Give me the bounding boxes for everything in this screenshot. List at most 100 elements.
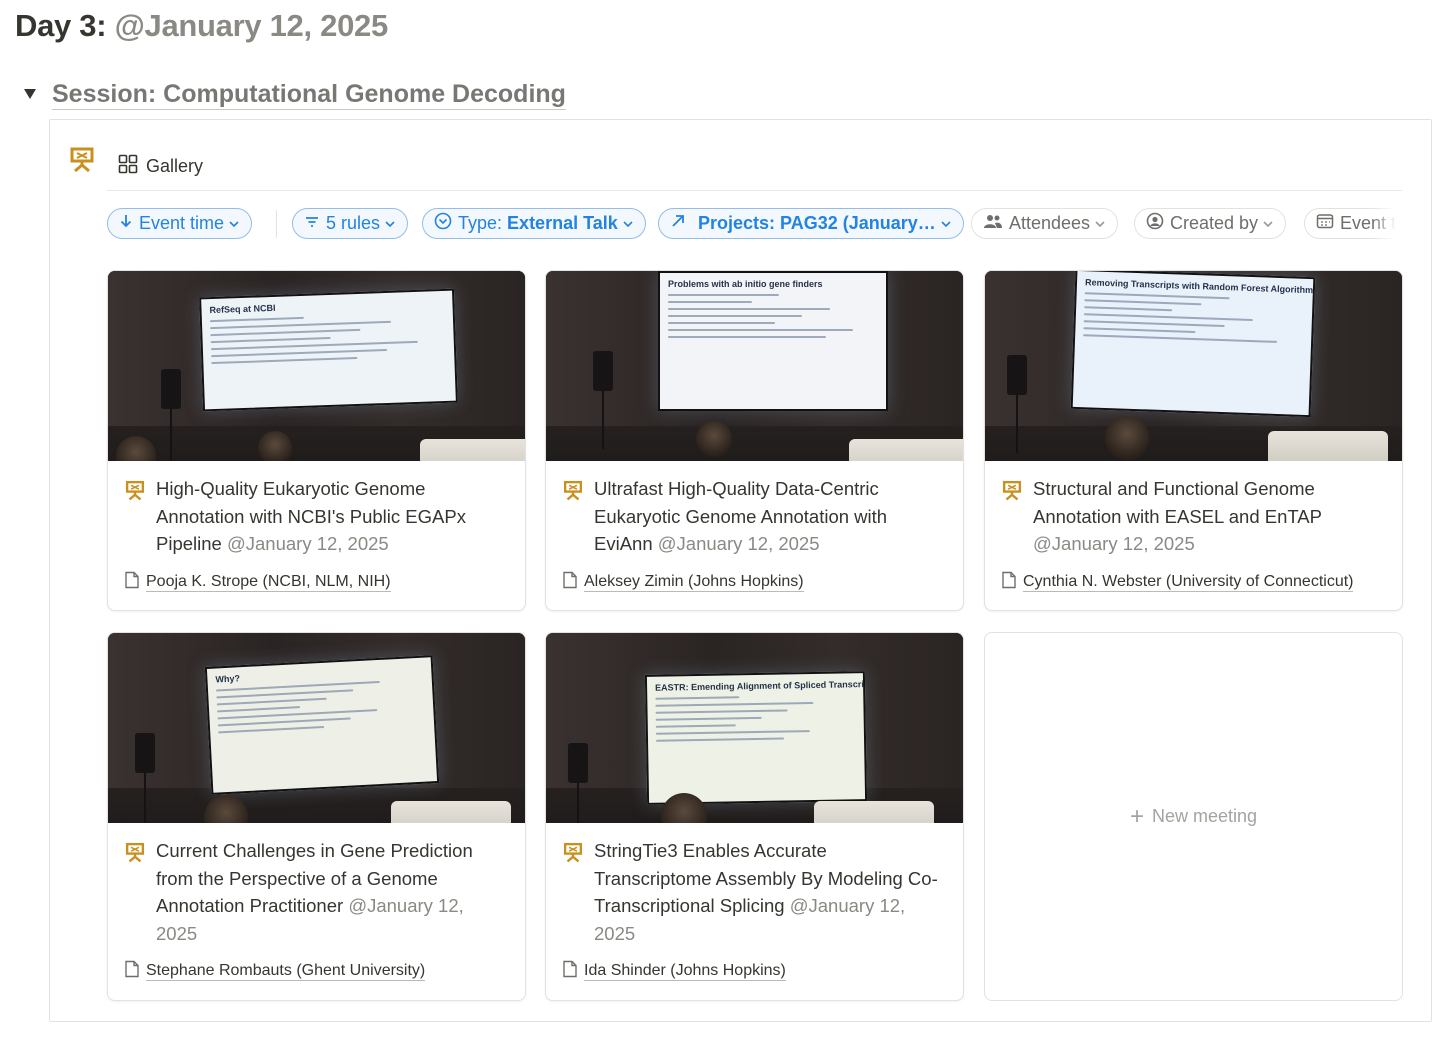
presentation-icon (562, 841, 584, 863)
page-icon (124, 960, 140, 983)
speaker-name[interactable]: Cynthia N. Webster (University of Connec… (1023, 573, 1354, 592)
card-cover-photo: Problems with ab initio gene finders (546, 271, 963, 461)
calendar-icon (1316, 213, 1334, 234)
page-icon (562, 571, 578, 594)
gallery-grid-icon (118, 154, 138, 179)
card-date-mention[interactable]: @January 12, 2025 (658, 533, 820, 554)
filter-divider (276, 210, 277, 238)
card-title[interactable]: Current Challenges in Gene Prediction fr… (156, 837, 509, 947)
view-tab-gallery[interactable]: Gallery (118, 152, 203, 180)
attendees-label: Attendees (1009, 213, 1091, 233)
slide-screen: EASTR: Emending Alignment of Spliced Tra… (644, 671, 868, 805)
created-by-label: Created by (1170, 213, 1259, 233)
filter-bar-fade (1372, 208, 1402, 240)
card-speaker[interactable]: Cynthia N. Webster (University of Connec… (1001, 571, 1386, 594)
status-icon (434, 212, 452, 235)
filter-projects-value: PAG32 (January… (780, 213, 936, 233)
gallery-database: Gallery Event time 5 rules Type: Externa… (49, 119, 1432, 1022)
card-title[interactable]: StringTie3 Enables Accurate Transcriptom… (594, 837, 947, 947)
filter-projects-button[interactable]: Projects: PAG32 (January… (658, 208, 964, 239)
meeting-card[interactable]: Removing Transcripts with Random Forest … (984, 270, 1403, 611)
card-cover-photo: Removing Transcripts with Random Forest … (985, 271, 1402, 461)
meeting-card[interactable]: RefSeq at NCBI High-Quality Eukaryotic Ge… (107, 270, 526, 611)
tab-divider (107, 190, 1402, 191)
chevron-down-icon (1262, 213, 1274, 234)
people-icon (983, 213, 1003, 234)
meeting-card[interactable]: EASTR: Emending Alignment of Spliced Tra… (545, 632, 964, 1001)
filter-projects-prop: Projects: (698, 213, 776, 233)
speaker-name[interactable]: Stephane Rombauts (Ghent University) (146, 962, 426, 981)
slide-title: EASTR: Emending Alignment of Spliced Tra… (655, 678, 868, 693)
card-speaker[interactable]: Pooja K. Strope (NCBI, NLM, NIH) (124, 571, 509, 594)
filter-icon (304, 213, 320, 234)
card-speaker[interactable]: Aleksey Zimin (Johns Hopkins) (562, 571, 947, 594)
relation-arrow-icon (670, 213, 686, 234)
chevron-down-icon (1094, 213, 1106, 234)
slide-screen: Removing Transcripts with Random Forest … (1070, 271, 1316, 418)
card-body: StringTie3 Enables Accurate Transcriptom… (546, 823, 963, 983)
speaker-name[interactable]: Ida Shinder (Johns Hopkins) (584, 962, 786, 981)
card-body: Current Challenges in Gene Prediction fr… (108, 823, 525, 983)
sort-event-time-button[interactable]: Event time (107, 208, 253, 239)
speaker-name[interactable]: Pooja K. Strope (NCBI, NLM, NIH) (146, 573, 391, 592)
slide-screen: Problems with ab initio gene finders (658, 271, 888, 411)
slide-title: Why? (215, 673, 241, 685)
presentation-icon (562, 479, 584, 501)
filter-type-button[interactable]: Type: External Talk (422, 208, 646, 239)
page-icon (1001, 571, 1017, 594)
presentation-icon (124, 841, 146, 863)
filter-rules-label: 5 rules (326, 213, 381, 233)
arrow-down-icon (119, 213, 133, 234)
view-tab-label: Gallery (146, 155, 204, 176)
filter-rules-button[interactable]: 5 rules (292, 208, 409, 239)
card-title-row[interactable]: High-Quality Eukaryotic Genome Annotatio… (124, 475, 509, 558)
chevron-down-icon (622, 213, 634, 234)
toggle-triangle-icon[interactable] (20, 84, 40, 104)
new-meeting-button[interactable]: + New meeting (984, 632, 1403, 1001)
page-heading: Day 3: @January 12, 2025 (15, 8, 388, 44)
presentation-icon (124, 479, 146, 501)
slide-title: RefSeq at NCBI (209, 302, 276, 316)
filter-attendees-button[interactable]: Attendees (971, 208, 1119, 239)
slide-title: Removing Transcripts with Random Forest … (1084, 277, 1314, 296)
card-title-row[interactable]: Ultrafast High-Quality Data-Centric Euka… (562, 475, 947, 558)
speaker-name[interactable]: Aleksey Zimin (Johns Hopkins) (584, 573, 804, 592)
card-speaker[interactable]: Stephane Rombauts (Ghent University) (124, 960, 509, 983)
card-date-mention[interactable]: @January 12, 2025 (227, 533, 389, 554)
card-date-mention[interactable]: @January 12, 2025 (1033, 533, 1195, 554)
filter-created-by-button[interactable]: Created by (1134, 208, 1287, 239)
card-title[interactable]: Structural and Functional Genome Annotat… (1033, 475, 1386, 558)
card-title[interactable]: High-Quality Eukaryotic Genome Annotatio… (156, 475, 509, 558)
card-cover-photo: RefSeq at NCBI (108, 271, 525, 461)
filter-type-prop: Type: (458, 213, 503, 233)
slide-screen: RefSeq at NCBI (199, 288, 458, 412)
chevron-down-icon (384, 213, 396, 234)
card-body: High-Quality Eukaryotic Genome Annotatio… (108, 461, 525, 594)
filter-bar: Event time 5 rules Type: External Talk P… (107, 208, 1402, 240)
card-cover-photo: Why? (108, 633, 525, 823)
card-title-row[interactable]: StringTie3 Enables Accurate Transcriptom… (562, 837, 947, 947)
meeting-card[interactable]: Why? Current Challenges in Gene Predictio… (107, 632, 526, 1001)
session-title[interactable]: Session: Computational Genome Decoding (52, 79, 566, 110)
card-title-row[interactable]: Current Challenges in Gene Prediction fr… (124, 837, 509, 947)
card-title[interactable]: Ultrafast High-Quality Data-Centric Euka… (594, 475, 947, 558)
page-icon (124, 571, 140, 594)
chevron-down-icon (228, 213, 240, 234)
filter-type-value: External Talk (507, 213, 618, 233)
presentation-icon (68, 145, 96, 173)
session-toggle[interactable]: Session: Computational Genome Decoding (20, 76, 566, 112)
slide-title: Problems with ab initio gene finders (668, 279, 823, 289)
card-body: Structural and Functional Genome Annotat… (985, 461, 1402, 594)
plus-icon: + (1129, 802, 1144, 830)
person-circle-icon (1146, 212, 1164, 235)
card-body: Ultrafast High-Quality Data-Centric Euka… (546, 461, 963, 594)
meeting-card[interactable]: Problems with ab initio gene finders Ultr… (545, 270, 964, 611)
presentation-icon (1001, 479, 1023, 501)
sort-label: Event time (139, 213, 225, 233)
chevron-down-icon (940, 213, 952, 234)
card-cover-photo: EASTR: Emending Alignment of Spliced Tra… (546, 633, 963, 823)
card-title-row[interactable]: Structural and Functional Genome Annotat… (1001, 475, 1386, 558)
card-title-text: Structural and Functional Genome Annotat… (1033, 478, 1322, 527)
day-date-mention[interactable]: @January 12, 2025 (115, 8, 389, 43)
card-speaker[interactable]: Ida Shinder (Johns Hopkins) (562, 960, 947, 983)
